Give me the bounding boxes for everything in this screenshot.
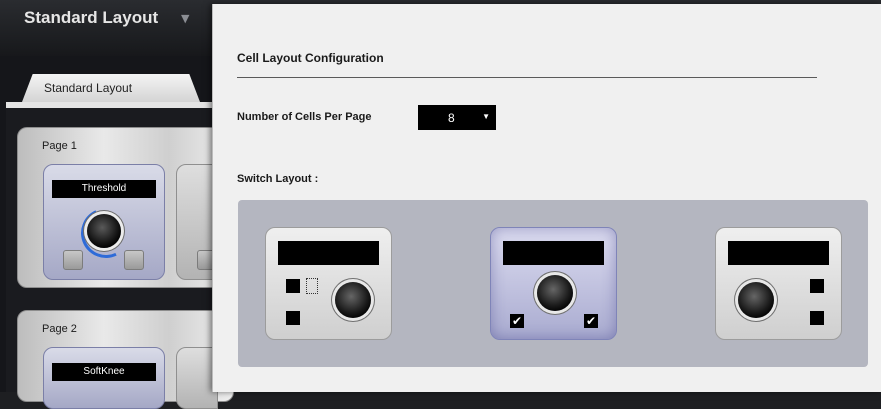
threshold-knob[interactable] <box>87 214 121 248</box>
checkbox-checked-icon: ✔ <box>584 314 598 328</box>
checkbox-checked-icon: ✔ <box>510 314 524 328</box>
cell-softknee[interactable]: SoftKnee <box>43 347 165 409</box>
button-square <box>286 279 300 293</box>
layout-menu-title[interactable]: Standard Layout <box>24 8 158 28</box>
cells-per-page-label: Number of Cells Per Page <box>237 111 372 123</box>
layout-option-2[interactable]: ✔ ✔ <box>490 227 617 340</box>
tab-standard-layout[interactable]: Standard Layout <box>22 74 200 102</box>
layout-option-3[interactable] <box>715 227 842 340</box>
dropdown-value: 8 <box>448 110 455 125</box>
page-panel-2[interactable]: Page 2 SoftKnee <box>17 310 234 409</box>
cell-threshold[interactable]: Threshold <box>43 164 165 280</box>
page-label: Page 2 <box>42 323 77 335</box>
cell-name-label: SoftKnee <box>52 363 156 381</box>
layout-options-area: ✔ ✔ <box>238 200 868 367</box>
switch-layout-label: Switch Layout : <box>237 173 319 185</box>
chevron-down-icon: ▼ <box>482 112 490 121</box>
cell-layout-dialog: Cell Layout Configuration Number of Cell… <box>212 4 881 392</box>
knob-preview <box>335 282 371 318</box>
cell-name-bar <box>503 241 604 265</box>
button-square <box>810 311 824 325</box>
cell-button-right[interactable] <box>124 250 144 270</box>
cells-per-page-dropdown[interactable]: 8 ▼ <box>418 105 496 130</box>
button-placeholder <box>306 278 318 294</box>
knob-preview <box>537 275 573 311</box>
button-square <box>286 311 300 325</box>
chevron-down-icon[interactable]: ▼ <box>181 12 189 25</box>
cell-button-left[interactable] <box>63 250 83 270</box>
cell-name-label: Threshold <box>52 180 156 198</box>
cell-name-bar <box>728 241 829 265</box>
page-panel-1[interactable]: Page 1 Threshold <box>17 127 234 288</box>
cell-name-bar <box>278 241 379 265</box>
knob-preview <box>738 282 774 318</box>
dialog-title: Cell Layout Configuration <box>237 51 384 65</box>
title-divider <box>237 77 817 78</box>
button-square <box>810 279 824 293</box>
layout-option-1[interactable] <box>265 227 392 340</box>
page-label: Page 1 <box>42 140 77 152</box>
